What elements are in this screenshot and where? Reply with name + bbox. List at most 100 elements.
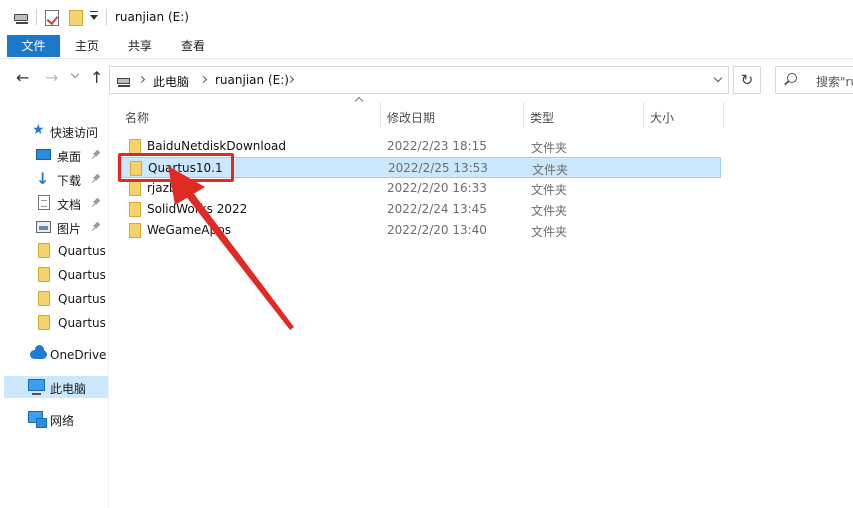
column-header-type[interactable]: 类型 [530, 109, 554, 126]
file-type: 文件夹 [532, 163, 569, 177]
navigation-pane: ★ 快速访问 桌面 ↓ 下载 文档 图片 Quartus Quartus Qua… [0, 98, 108, 508]
customize-quick-access-icon[interactable] [90, 11, 98, 20]
column-header-date[interactable]: 修改日期 [387, 109, 435, 126]
tab-view[interactable]: 查看 [181, 35, 205, 57]
network-icon [28, 411, 47, 428]
pin-icon [90, 148, 101, 159]
sidebar-item-network[interactable]: 网络 [4, 408, 108, 430]
pin-icon [90, 172, 101, 183]
sidebar-item-downloads[interactable]: ↓ 下载 [4, 168, 108, 190]
sort-ascending-icon [354, 96, 364, 106]
folder-icon [129, 181, 141, 196]
annotation-highlight-box [118, 153, 234, 182]
title-bar: ruanjian (E:) [0, 0, 853, 34]
breadcrumb-chevron-icon[interactable] [137, 75, 146, 84]
file-date: 2022/2/20 13:40 [387, 223, 487, 237]
sidebar-item-label: 图片 [57, 222, 82, 236]
file-type: 文件夹 [531, 183, 568, 197]
file-date: 2022/2/24 13:45 [387, 202, 487, 216]
divider [36, 9, 37, 25]
folder-icon [38, 267, 50, 282]
search-icon [787, 73, 797, 83]
sidebar-item-this-pc[interactable]: 此电脑 [4, 376, 108, 398]
sidebar-item-quartus[interactable]: Quartus [4, 264, 108, 286]
file-row[interactable]: SolidWorks 2022 2022/2/24 13:45 文件夹 [121, 199, 721, 220]
file-name: WeGameApps [147, 223, 231, 237]
breadcrumb-this-pc[interactable]: 此电脑 [153, 73, 189, 90]
up-arrow-icon[interactable]: ↑ [90, 70, 103, 86]
new-folder-icon[interactable] [69, 10, 83, 26]
sidebar-item-label: 文档 [57, 198, 82, 212]
sidebar-item-label: OneDrive [50, 348, 107, 362]
search-placeholder: 搜索"ru [816, 75, 853, 89]
pin-icon [90, 196, 101, 207]
search-input[interactable]: 搜索"ru [775, 66, 853, 94]
tab-file[interactable]: 文件 [7, 35, 60, 57]
folder-icon [38, 243, 50, 258]
file-name: BaiduNetdiskDownload [147, 139, 287, 153]
sidebar-item-onedrive[interactable]: OneDrive [4, 344, 108, 366]
sidebar-item-label: Quartus [58, 268, 106, 282]
file-date: 2022/2/20 16:33 [387, 181, 487, 195]
back-arrow-icon[interactable]: ← [16, 70, 29, 86]
column-divider[interactable] [380, 102, 381, 128]
recent-locations-chevron-icon[interactable] [70, 69, 80, 79]
file-type: 文件夹 [531, 204, 568, 218]
computer-icon [28, 379, 45, 395]
sidebar-item-label: 桌面 [57, 150, 82, 164]
ribbon-tabs: 文件 主页 共享 查看 [0, 34, 853, 58]
breadcrumb-drive[interactable]: ruanjian (E:) [215, 73, 289, 87]
file-date: 2022/2/25 13:53 [388, 161, 488, 175]
sidebar-item-label: 网络 [50, 414, 75, 428]
address-history-chevron-icon[interactable] [713, 73, 723, 83]
pane-divider[interactable] [108, 98, 109, 508]
tab-home[interactable]: 主页 [75, 35, 99, 57]
onedrive-icon [30, 345, 47, 359]
file-row[interactable]: WeGameApps 2022/2/20 13:40 文件夹 [121, 220, 721, 241]
sidebar-item-quartus[interactable]: Quartus [4, 288, 108, 310]
refresh-button[interactable]: ↻ [733, 66, 761, 94]
file-type: 文件夹 [531, 225, 568, 239]
forward-arrow-icon[interactable]: → [45, 70, 58, 86]
column-divider[interactable] [723, 102, 724, 128]
drive-icon [117, 78, 130, 87]
tab-share[interactable]: 共享 [128, 35, 152, 57]
picture-icon [36, 221, 51, 233]
download-icon: ↓ [36, 169, 50, 188]
refresh-icon: ↻ [740, 71, 754, 89]
sidebar-item-desktop[interactable]: 桌面 [4, 144, 108, 166]
column-headers: 名称 修改日期 类型 大小 [112, 96, 853, 130]
file-type: 文件夹 [531, 141, 568, 155]
sidebar-item-label: 此电脑 [50, 382, 87, 396]
divider [106, 9, 107, 25]
folder-icon [38, 291, 50, 306]
sidebar-item-quartus[interactable]: Quartus [4, 312, 108, 334]
column-divider[interactable] [643, 102, 644, 128]
window-title: ruanjian (E:) [115, 10, 189, 24]
breadcrumb-chevron-icon[interactable] [199, 75, 208, 84]
drive-icon [14, 14, 28, 24]
sidebar-item-documents[interactable]: 文档 [4, 192, 108, 214]
sidebar-item-label: Quartus [58, 292, 106, 306]
star-icon: ★ [32, 122, 45, 138]
sidebar-item-label: 下载 [57, 174, 82, 188]
pin-icon [90, 220, 101, 231]
sidebar-item-label: Quartus [58, 316, 106, 330]
folder-icon [38, 315, 50, 330]
sidebar-item-quick-access[interactable]: ★ 快速访问 [4, 120, 108, 142]
file-date: 2022/2/23 18:15 [387, 139, 487, 153]
column-header-size[interactable]: 大小 [650, 109, 674, 126]
sidebar-item-label: 快速访问 [50, 126, 99, 140]
file-name: rjazb [147, 181, 177, 195]
document-icon [38, 195, 50, 210]
column-header-name[interactable]: 名称 [125, 109, 149, 126]
file-name: SolidWorks 2022 [147, 202, 248, 216]
navigation-bar: ← → ↑ 此电脑 ruanjian (E:) ↻ 搜索"ru [0, 58, 853, 98]
sidebar-item-quartus[interactable]: Quartus [4, 240, 108, 262]
desktop-icon [36, 149, 51, 160]
column-divider[interactable] [523, 102, 524, 128]
sidebar-item-pictures[interactable]: 图片 [4, 216, 108, 238]
address-bar[interactable]: 此电脑 ruanjian (E:) [109, 66, 729, 94]
folder-icon [129, 139, 141, 154]
properties-icon[interactable] [45, 10, 59, 26]
